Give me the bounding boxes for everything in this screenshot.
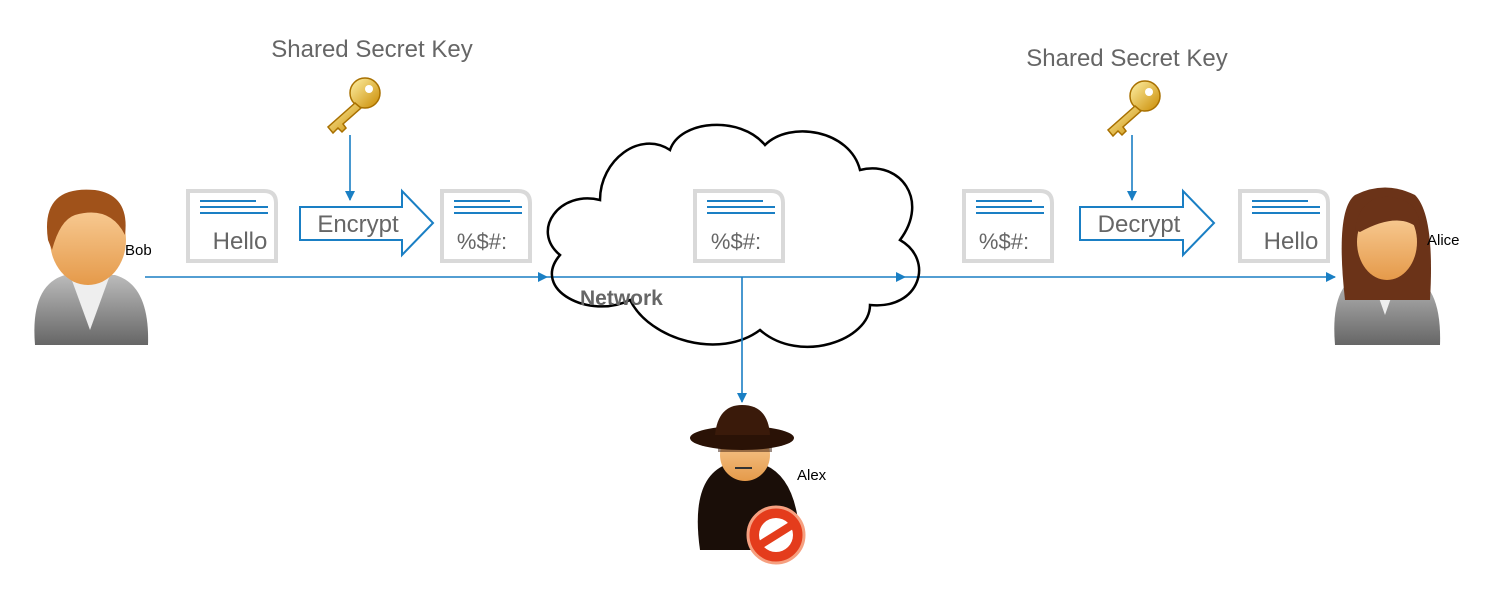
left-ciphertext: %$#: — [457, 229, 507, 254]
alice-label: Alice — [1427, 232, 1460, 249]
alex-label: Alex — [797, 467, 827, 484]
symmetric-encryption-diagram: Network Bob Shared Secret Key Hello Encr… — [34, 36, 1460, 565]
user-male-icon — [34, 189, 149, 345]
right-key-label: Shared Secret Key — [1026, 45, 1227, 72]
decrypt-label: Decrypt — [1098, 211, 1181, 238]
user-female-icon — [1334, 187, 1441, 345]
right-ciphertext: %$#: — [979, 229, 1029, 254]
left-key-label: Shared Secret Key — [271, 36, 472, 63]
bob-label: Bob — [125, 242, 152, 259]
network-label: Network — [580, 287, 663, 310]
left-plaintext: Hello — [213, 228, 268, 255]
network-ciphertext: %$#: — [711, 229, 761, 254]
key-icon — [1107, 80, 1161, 137]
block-icon — [746, 505, 806, 565]
key-icon — [327, 77, 381, 134]
encrypt-label: Encrypt — [317, 211, 399, 238]
right-plaintext: Hello — [1264, 228, 1319, 255]
